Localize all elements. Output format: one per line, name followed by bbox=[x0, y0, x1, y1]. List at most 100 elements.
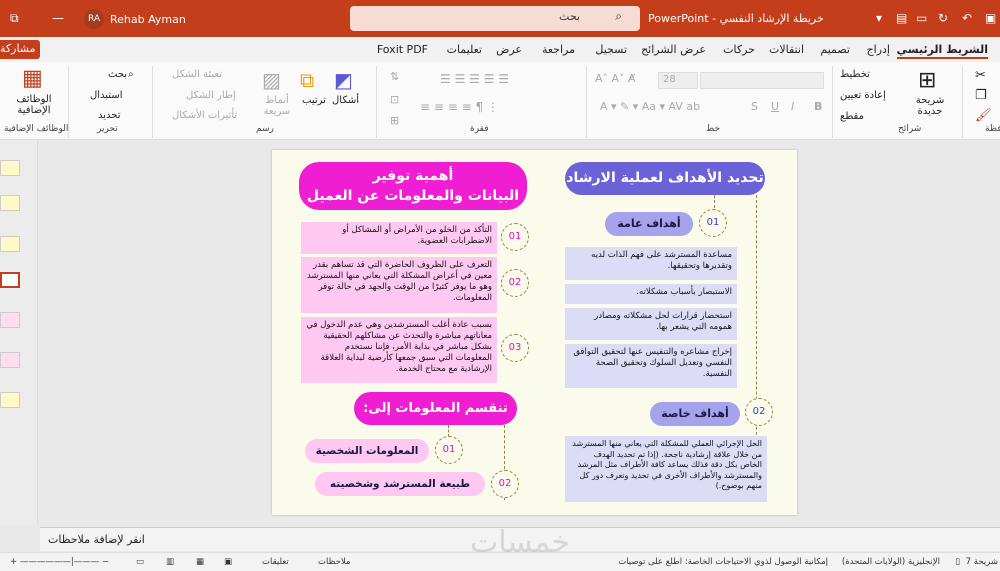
list-icons[interactable]: ☰ ☰ ☰ ☰ ☰ bbox=[440, 72, 509, 86]
layout-button[interactable]: تخطيط bbox=[840, 69, 870, 80]
general-goal-item: مساعدة المسترشد على فهم الذات لديه وتقدي… bbox=[565, 247, 737, 280]
present-icon[interactable]: ▭ bbox=[916, 11, 927, 25]
shapes-icon[interactable]: ◩ bbox=[334, 68, 353, 92]
copy-icon[interactable]: ❐ bbox=[975, 88, 987, 103]
addins-button[interactable]: الوظائف الإضافية bbox=[14, 94, 54, 116]
language-status[interactable]: الإنجليزية (الولايات المتحدة) bbox=[842, 557, 940, 567]
find-button[interactable]: بحث bbox=[108, 69, 127, 80]
tab-insert[interactable]: إدراج bbox=[867, 43, 890, 56]
slide-thumbnail[interactable] bbox=[0, 195, 20, 211]
arrange-button[interactable]: ترتيب bbox=[302, 95, 326, 106]
redo-icon[interactable]: ↻ bbox=[938, 11, 948, 25]
tab-record[interactable]: تسجيل bbox=[595, 43, 627, 56]
user-account[interactable]: RA Rehab Ayman bbox=[84, 9, 186, 29]
replace-button[interactable]: استبدال bbox=[90, 90, 123, 101]
search-icon: ⌕ bbox=[615, 9, 622, 23]
group-label-drawing: رسم bbox=[256, 124, 274, 134]
quick-styles-button[interactable]: أنماط سريعة bbox=[260, 95, 294, 117]
importance-title: أهمية توفير البيانات والمعلومات عن العمي… bbox=[299, 162, 527, 210]
general-goals-label: أهداف عامة bbox=[605, 212, 693, 236]
format-painter-icon[interactable]: 🖌 bbox=[975, 108, 992, 123]
shape-effects-button[interactable]: تأثيرات الأشكال bbox=[172, 110, 237, 121]
importance-item: التأكد من الخلو من الأمراض أو المشاكل أو… bbox=[301, 222, 497, 254]
slide-sorter-icon[interactable]: ▦ bbox=[196, 557, 204, 567]
status-bar: شريحة 7 ▯ الإنجليزية (الولايات المتحدة) … bbox=[0, 552, 1000, 571]
document-title: خريطة الإرشاد النفسي - PowerPoint bbox=[648, 12, 824, 25]
importance-title-line: البيانات والمعلومات عن العميل bbox=[306, 188, 520, 204]
reading-view-icon[interactable]: ▥ bbox=[166, 557, 174, 567]
share-button[interactable]: مشاركة bbox=[0, 40, 40, 59]
tab-slideshow[interactable]: عرض الشرائح bbox=[641, 43, 706, 56]
tab-animations[interactable]: حركات bbox=[723, 43, 755, 56]
tab-foxit-pdf[interactable]: Foxit PDF bbox=[377, 43, 428, 56]
tab-review[interactable]: مراجعة bbox=[542, 43, 575, 56]
smartart-icon[interactable]: ⊞ bbox=[390, 114, 399, 127]
font-color-icons[interactable]: A ▾ ✎ ▾ Aa ▾ AV ab bbox=[600, 100, 700, 113]
align-icons[interactable]: ⋮ ¶ ≡ ≡ ≡ ≡ bbox=[420, 100, 499, 114]
notes-toggle[interactable]: ملاحظات bbox=[318, 557, 350, 567]
importance-item: بسبب عادة أغلب المسترشدين وهي عدم الدخول… bbox=[301, 317, 497, 383]
zoom-slider[interactable]: + ——————|——— − bbox=[10, 557, 109, 567]
font-name-select[interactable] bbox=[700, 72, 824, 89]
slideshow-icon[interactable]: ▭ bbox=[136, 557, 144, 567]
goals-title: تحديد الأهداف لعملية الارشاد bbox=[565, 162, 765, 195]
font-grow-shrink-icons[interactable]: A˄ A˅ A̸ bbox=[595, 72, 636, 85]
shape-outline-button[interactable]: إطار الشكل bbox=[186, 90, 236, 101]
general-goal-item: إخراج مشاعره والتنفيس عنها لتحقيق التواف… bbox=[565, 344, 737, 388]
shadow-button[interactable]: S bbox=[751, 100, 758, 113]
tab-transitions[interactable]: انتقالات bbox=[769, 43, 804, 56]
underline-button[interactable]: U bbox=[771, 100, 779, 113]
general-goal-item: استحضار قرارات لحل مشكلاته ومصادر همومه … bbox=[565, 308, 737, 340]
slide-thumbnail[interactable] bbox=[0, 392, 20, 408]
align-text-icon[interactable]: ⊡ bbox=[390, 93, 399, 106]
cut-icon[interactable]: ✂ bbox=[975, 68, 986, 83]
quick-styles-icon[interactable]: ▨ bbox=[262, 68, 281, 92]
slide-thumbnail-selected[interactable] bbox=[0, 272, 20, 288]
slide-thumbnail[interactable] bbox=[0, 312, 20, 328]
slide-thumbnail[interactable] bbox=[0, 236, 20, 252]
importance-item: التعرف على الظروف الحاضرة التي قد تساهم … bbox=[301, 257, 497, 313]
save-icon[interactable]: ▣ bbox=[985, 11, 996, 25]
group-label-slides: شرائح bbox=[898, 124, 922, 134]
customize-qat-icon[interactable]: ▾ bbox=[876, 11, 882, 25]
group-label-font: خط bbox=[706, 124, 721, 134]
new-slide-button[interactable]: شريحة جديدة bbox=[912, 95, 948, 117]
bold-button[interactable]: B bbox=[814, 100, 822, 113]
new-slide-icon[interactable]: ⊞ bbox=[918, 68, 936, 93]
ribbon-tabs: الشريط الرئيسي إدراج تصميم انتقالات حركا… bbox=[0, 37, 1000, 62]
slide-thumbnail[interactable] bbox=[0, 352, 20, 368]
slide-thumbnail[interactable] bbox=[0, 160, 20, 176]
select-button[interactable]: تحديد bbox=[98, 110, 121, 121]
shape-fill-button[interactable]: تعبئة الشكل bbox=[172, 69, 222, 80]
italic-button[interactable]: I bbox=[791, 100, 794, 113]
group-label-editing: تحرير bbox=[97, 124, 118, 134]
tab-design[interactable]: تصميم bbox=[820, 43, 850, 56]
addins-icon[interactable]: ▦ bbox=[22, 66, 43, 91]
search-input[interactable]: بحث ⌕ bbox=[350, 6, 640, 31]
slide-thumbnails-pane[interactable] bbox=[0, 140, 38, 525]
tab-view[interactable]: عرض bbox=[496, 43, 522, 56]
shapes-button[interactable]: أشكال bbox=[332, 95, 359, 106]
undo-icon[interactable]: ↶ bbox=[962, 11, 972, 25]
reset-button[interactable]: إعادة تعيين bbox=[840, 90, 886, 101]
number-badge: 02 bbox=[745, 398, 773, 426]
tab-home[interactable]: الشريط الرئيسي bbox=[896, 43, 988, 59]
normal-view-icon[interactable]: ▣ bbox=[224, 557, 232, 567]
section-button[interactable]: مقطع bbox=[840, 111, 864, 122]
accessibility-status[interactable]: إمكانية الوصول لذوي الاحتياجات الخاصة: ا… bbox=[618, 557, 828, 567]
font-size-select[interactable]: 28 bbox=[658, 72, 698, 89]
slide-canvas[interactable]: تحديد الأهداف لعملية الارشاد 01 أهداف عا… bbox=[272, 150, 797, 515]
text-direction-icon[interactable]: ⇅ bbox=[390, 70, 399, 83]
comments-toggle[interactable]: تعليقات bbox=[262, 557, 289, 567]
save-pdf-icon[interactable]: ▤ bbox=[896, 11, 907, 25]
number-badge: 02 bbox=[501, 269, 529, 297]
spelling-icon[interactable]: ▯ bbox=[955, 557, 960, 567]
minimize-icon[interactable]: — bbox=[52, 11, 64, 25]
arrange-icon[interactable]: ⧉ bbox=[300, 68, 314, 92]
find-icon: ⌕ bbox=[128, 69, 134, 80]
importance-title-line: أهمية توفير bbox=[372, 168, 454, 184]
restore-icon[interactable]: ⧉ bbox=[10, 11, 19, 26]
tab-help[interactable]: تعليمات bbox=[447, 43, 482, 56]
divide-title: تنقسم المعلومات إلى: bbox=[354, 392, 517, 425]
number-badge: 01 bbox=[699, 209, 727, 237]
